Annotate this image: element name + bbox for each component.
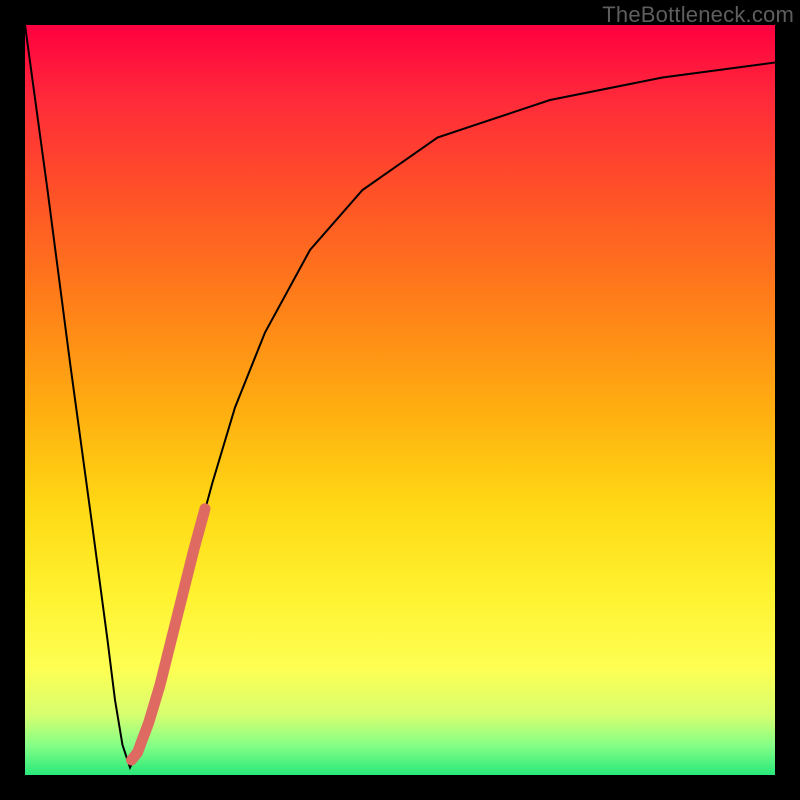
chart-svg (25, 25, 775, 775)
plot-area (25, 25, 775, 775)
bottleneck-curve (25, 25, 775, 768)
highlight-segment (132, 509, 206, 760)
chart-frame: TheBottleneck.com (0, 0, 800, 800)
